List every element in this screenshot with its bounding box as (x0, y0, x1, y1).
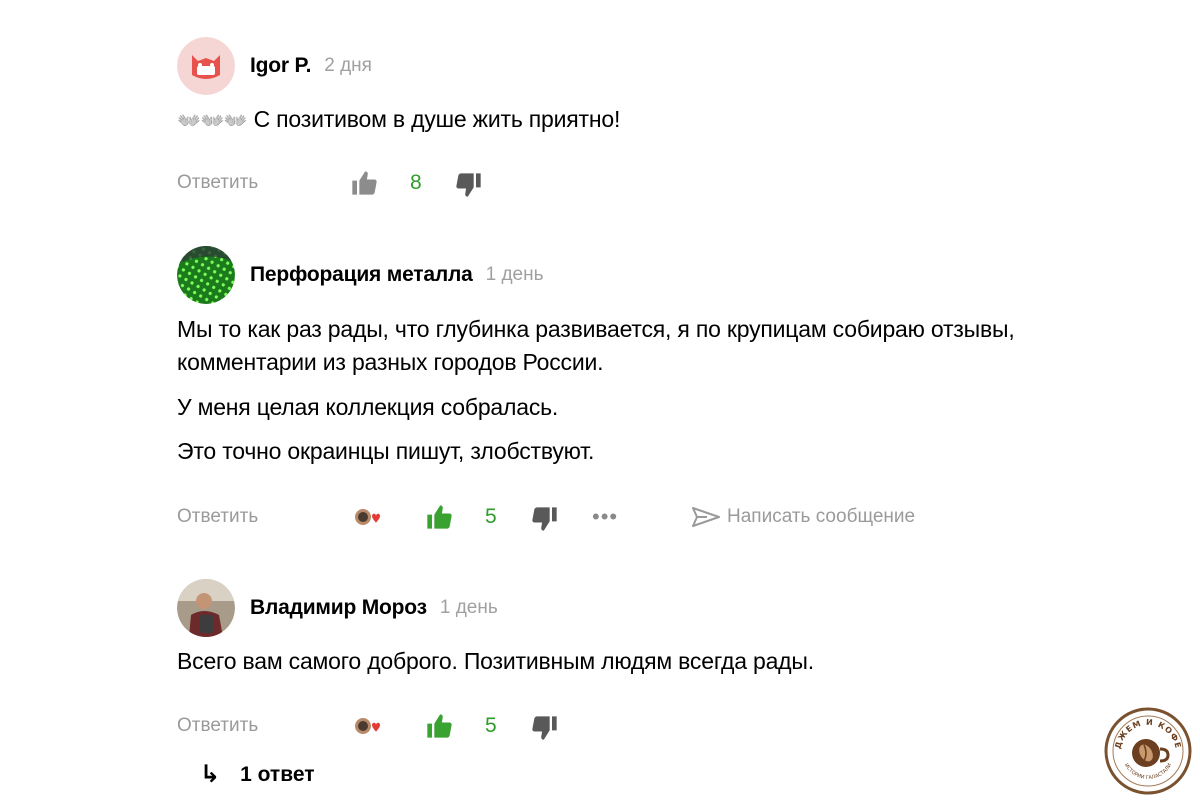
thumbs-down-icon[interactable] (531, 714, 559, 742)
likes-count: 5 (485, 505, 497, 528)
author-liked-icon (352, 714, 382, 738)
comment-paragraph: Мы то как раз рады, что глубинка развива… (177, 316, 1015, 342)
reply-button[interactable]: Ответить (177, 715, 258, 737)
thumbs-up-icon[interactable] (350, 169, 378, 197)
likes-count: 8 (410, 171, 422, 194)
comment-time: 1 день (439, 597, 498, 618)
avatar[interactable] (177, 579, 235, 637)
comment-header: Владимир Мороз 1 день (177, 579, 498, 637)
send-message-label: Написать сообщение (727, 506, 916, 527)
reply-arrow-icon: ↳ (200, 761, 221, 788)
author-name[interactable]: Igor P. (250, 54, 311, 78)
replies-count-label: 1 ответ (240, 762, 315, 786)
comment-header: Igor P. 2 дня (177, 37, 372, 95)
send-icon (692, 507, 720, 527)
author-name[interactable]: Перфорация металла (250, 263, 473, 287)
comment-paragraph: У меня целая коллекция собралась. (177, 394, 559, 420)
hands-emoji-icon: 👐👐👐 (177, 111, 248, 132)
send-message-button[interactable]: Написать сообщение (691, 505, 915, 529)
comment-time: 2 дня (324, 55, 372, 76)
comment-paragraph: комментарии из разных городов России. (177, 349, 604, 375)
comment-actions: Ответить 5 ••• Написать сообщение (177, 497, 977, 537)
comment-paragraph: Всего вам самого доброго. Позитивным люд… (177, 648, 814, 674)
reply-button[interactable]: Ответить (177, 172, 258, 194)
comment-actions: Ответить 8 (177, 163, 577, 203)
author-name[interactable]: Владимир Мороз (250, 596, 427, 620)
comment-actions: Ответить 5 (177, 706, 577, 746)
author-liked-icon (352, 505, 382, 529)
comment-header: Перфорация металла 1 день (177, 246, 544, 304)
comment-time: 1 день (485, 264, 544, 285)
reply-button[interactable]: Ответить (177, 506, 258, 528)
thumbs-down-icon[interactable] (531, 505, 559, 533)
thumbs-up-icon[interactable] (425, 712, 453, 740)
show-replies-button[interactable]: ↳ 1 ответ (200, 760, 315, 789)
thumbs-up-icon[interactable] (425, 503, 453, 531)
more-options-button[interactable]: ••• (592, 504, 618, 530)
comment-paragraph: Это точно окраинцы пишут, злобствуют. (177, 438, 595, 464)
comment-paragraph: С позитивом в душе жить приятно! (253, 106, 621, 132)
avatar[interactable] (177, 37, 235, 95)
channel-logo: ДЖЕМ И КОФЕ ИСТОРИИ ГАЛАСТАЛИ (1104, 707, 1192, 795)
likes-count: 5 (485, 714, 497, 737)
avatar[interactable] (177, 246, 235, 304)
comment-text: 👐👐👐 С позитивом в душе жить приятно! (177, 103, 620, 138)
thumbs-down-icon[interactable] (455, 171, 483, 199)
